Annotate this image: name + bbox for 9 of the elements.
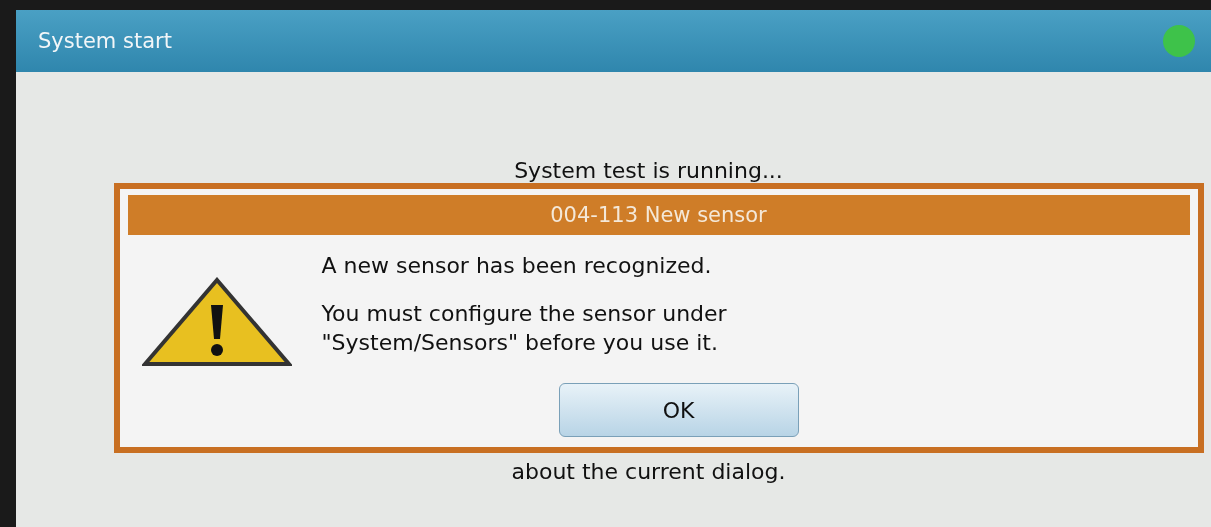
footer-text: about the current dialog. bbox=[511, 459, 786, 484]
status-text: System test is running... bbox=[514, 158, 783, 183]
status-light-icon bbox=[1163, 25, 1195, 57]
dialog-message: A new sensor has been recognized. bbox=[321, 253, 713, 278]
ok-button[interactable]: OK bbox=[558, 383, 799, 437]
window-title: System start bbox=[38, 29, 172, 53]
dialog-instruction: You must configure the sensor under "System/Sensors" before you use it. bbox=[321, 300, 727, 357]
warning-icon bbox=[141, 277, 292, 367]
dialog-title: 004-113 New sensor bbox=[127, 195, 1190, 235]
